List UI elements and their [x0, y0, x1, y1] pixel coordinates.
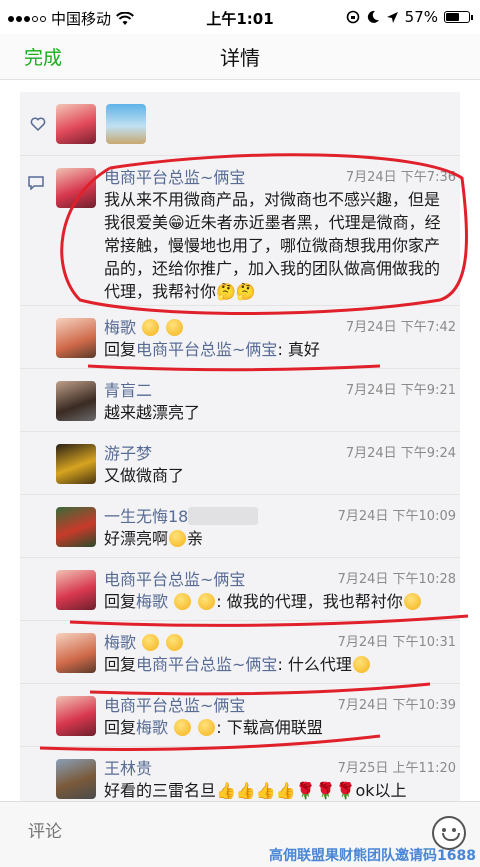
comment-author[interactable]: 游子梦	[104, 440, 152, 464]
reply-target[interactable]: 电商平台总监~俩宝	[136, 655, 277, 674]
comment-body: 好漂亮啊	[104, 529, 169, 548]
comment-text: 好漂亮啊亲	[104, 527, 454, 550]
reply-prefix: 回复	[104, 655, 137, 674]
likes-row	[20, 92, 460, 156]
reply-prefix: 回复	[104, 718, 137, 737]
comment-time: 7月24日 下午7:36	[345, 170, 456, 185]
comment-time: 7月24日 下午10:28	[337, 572, 456, 587]
comment-text: 回复梅歌 : 做我的代理，我也帮衬你	[104, 590, 454, 613]
like-avatar[interactable]	[56, 103, 96, 144]
avatar[interactable]	[56, 444, 96, 484]
reply-target[interactable]: 梅歌	[136, 718, 216, 737]
comment-text: 我从来不用微商产品，对微商也不感兴趣，但是我很爱美😁近朱者赤近墨者黑，代理是微商…	[104, 190, 441, 301]
comment-time: 7月25日 上午11:20	[337, 761, 456, 776]
comment-time: 7月24日 下午7:42	[345, 320, 456, 335]
rotation-lock-icon	[346, 10, 359, 24]
comment-item[interactable]: 梅歌 7月24日 下午10:31 回复电商平台总监~俩宝: 什么代理	[20, 621, 460, 684]
reply-body: : 真好	[277, 340, 320, 359]
avatar[interactable]	[56, 633, 96, 673]
comment-author[interactable]: 一生无悔18	[104, 503, 259, 527]
comment-time: 7月24日 下午10:39	[337, 698, 456, 713]
smile-emoji-icon	[166, 319, 184, 336]
comment-author[interactable]: 电商平台总监~俩宝	[104, 164, 245, 188]
reply-target-name[interactable]: 梅歌	[136, 718, 168, 737]
comment-text: 回复梅歌 : 下载高佣联盟	[104, 716, 454, 739]
comment-time: 7月24日 下午10:09	[337, 509, 456, 524]
author-name[interactable]: 一生无悔18	[104, 507, 188, 526]
comment-text: 越来越漂亮了	[104, 403, 201, 422]
heart-outline-icon	[30, 116, 46, 131]
author-name[interactable]: 梅歌	[104, 318, 136, 337]
comment-item[interactable]: 电商平台总监~俩宝 7月24日 下午7:36 我从来不用微商产品，对微商也不感兴…	[20, 156, 460, 306]
wink-tongue-emoji-icon	[352, 656, 370, 673]
comment-item[interactable]: 一生无悔18 7月24日 下午10:09 好漂亮啊亲	[20, 495, 460, 558]
comment-item[interactable]: 青盲二 7月24日 下午9:21 越来越漂亮了	[20, 369, 460, 432]
comment-author[interactable]: 梅歌	[104, 314, 184, 338]
comment-author[interactable]: 电商平台总监~俩宝	[104, 692, 245, 716]
avatar[interactable]	[56, 507, 96, 547]
reply-body: : 做我的代理，我也帮衬你	[216, 592, 403, 611]
status-bar: 中国移动 上午1:01 57%	[0, 0, 480, 34]
smile-emoji-icon	[403, 593, 421, 610]
smile-emoji-icon	[174, 719, 192, 736]
smile-emoji-icon	[142, 319, 160, 336]
comment-author[interactable]: 青盲二	[104, 377, 152, 401]
reply-body: : 什么代理	[277, 655, 352, 674]
watermark-text: 高佣联盟果财熊团队邀请码1688	[269, 848, 476, 864]
reply-target[interactable]: 电商平台总监~俩宝	[136, 340, 277, 359]
comment-text: 又做微商了	[104, 466, 185, 485]
like-avatar[interactable]	[106, 103, 146, 144]
comment-list: 电商平台总监~俩宝 7月24日 下午7:36 我从来不用微商产品，对微商也不感兴…	[20, 156, 460, 801]
smile-emoji-icon	[166, 634, 184, 651]
location-arrow-icon	[386, 11, 398, 23]
avatar[interactable]	[56, 759, 96, 799]
comment-text: 好看的三雷名旦👍👍👍👍🌹🌹🌹ok以上	[104, 781, 407, 800]
reply-body: : 下载高佣联盟	[216, 718, 323, 737]
page-title: 详情	[220, 46, 260, 70]
author-name[interactable]: 梅歌	[104, 633, 136, 652]
smile-emoji-icon	[198, 719, 216, 736]
reply-target-name[interactable]: 梅歌	[136, 592, 168, 611]
battery-percent: 57%	[404, 8, 438, 26]
avatar[interactable]	[56, 381, 96, 421]
comment-item[interactable]: 王林贵 7月25日 上午11:20 好看的三雷名旦👍👍👍👍🌹🌹🌹ok以上	[20, 747, 460, 801]
nav-bar: 完成 详情	[0, 34, 480, 80]
comment-author[interactable]: 电商平台总监~俩宝	[104, 566, 245, 590]
avatar[interactable]	[56, 570, 96, 610]
smile-emoji-icon	[174, 593, 192, 610]
comment-author[interactable]: 梅歌	[104, 629, 184, 653]
comment-time: 7月24日 下午9:21	[345, 383, 456, 398]
heart-eyes-emoji-icon	[169, 530, 187, 547]
reply-target[interactable]: 梅歌	[136, 592, 216, 611]
comments-panel: 电商平台总监~俩宝 7月24日 下午7:36 我从来不用微商产品，对微商也不感兴…	[20, 92, 460, 801]
avatar[interactable]	[56, 318, 96, 358]
comment-time: 7月24日 下午9:24	[345, 446, 456, 461]
avatar[interactable]	[56, 168, 96, 208]
battery-level	[446, 13, 459, 21]
status-right: 57%	[346, 8, 473, 26]
comment-text: 回复电商平台总监~俩宝: 真好	[104, 338, 454, 361]
comment-item[interactable]: 游子梦 7月24日 下午9:24 又做微商了	[20, 432, 460, 495]
avatar[interactable]	[56, 696, 96, 736]
smile-emoji-icon	[198, 593, 216, 610]
blurred-region	[188, 507, 259, 525]
comment-author[interactable]: 王林贵	[104, 755, 152, 779]
comment-time: 7月24日 下午10:31	[337, 635, 456, 650]
comment-item[interactable]: 电商平台总监~俩宝 7月24日 下午10:39 回复梅歌 : 下载高佣联盟	[20, 684, 460, 747]
comment-body-tail: 亲	[187, 529, 204, 548]
comment-text: 回复电商平台总监~俩宝: 什么代理	[104, 653, 454, 676]
reply-prefix: 回复	[104, 340, 137, 359]
smile-emoji-icon	[142, 634, 160, 651]
comment-item[interactable]: 电商平台总监~俩宝 7月24日 下午10:28 回复梅歌 : 做我的代理，我也帮…	[20, 558, 460, 621]
reply-prefix: 回复	[104, 592, 137, 611]
moon-icon	[367, 10, 379, 23]
comment-bar: 高佣联盟果财熊团队邀请码1688	[0, 801, 480, 867]
comment-item[interactable]: 梅歌 7月24日 下午7:42 回复电商平台总监~俩宝: 真好	[20, 306, 460, 369]
battery-icon	[444, 11, 473, 23]
